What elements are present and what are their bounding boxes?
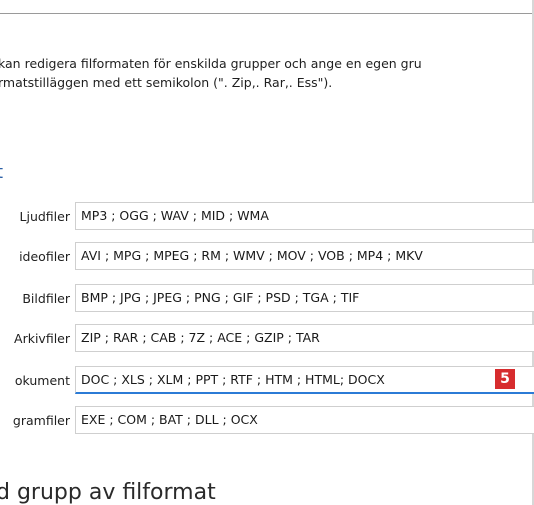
program-formats-input[interactable]: EXE ; COM ; BAT ; DLL ; OCX <box>75 406 534 434</box>
audio-formats-input[interactable]: MP3 ; OGG ; WAV ; MID ; WMA <box>75 202 534 230</box>
image-formats-input[interactable]: BMP ; JPG ; JPEG ; PNG ; GIF ; PSD ; TGA… <box>75 284 534 312</box>
archive-formats-input[interactable]: ZIP ; RAR ; CAB ; 7Z ; ACE ; GZIP ; TAR <box>75 324 534 352</box>
file-format-settings-panel: kan redigera filformaten för enskilda gr… <box>0 0 534 505</box>
row-program-files: gramfiler EXE ; COM ; BAT ; DLL ; OCX <box>0 406 534 436</box>
row-label-audio: Ljudfiler <box>19 209 70 224</box>
row-label-archive: Arkivfiler <box>14 331 70 346</box>
row-label-program: gramfiler <box>12 413 70 428</box>
step-number-badge: 5 <box>495 369 515 389</box>
row-label-document: okument <box>14 373 70 388</box>
description-text: kan redigera filformaten för enskilda gr… <box>0 54 534 92</box>
add-group-heading: d grupp av filformat <box>0 480 216 505</box>
document-formats-input[interactable]: DOC ; XLS ; XLM ; PPT ; RTF ; HTM ; HTML… <box>75 366 534 394</box>
description-line-2: rmatstilläggen med ett semikolon (". Zip… <box>0 75 333 90</box>
row-document-files: okument DOC ; XLS ; XLM ; PPT ; RTF ; HT… <box>0 366 534 396</box>
row-label-video: ideofiler <box>19 249 70 264</box>
row-archive-files: Arkivfiler ZIP ; RAR ; CAB ; 7Z ; ACE ; … <box>0 324 534 354</box>
row-image-files: Bildfiler BMP ; JPG ; JPEG ; PNG ; GIF ;… <box>0 284 534 314</box>
description-line-1: kan redigera filformaten för enskilda gr… <box>0 56 422 71</box>
row-label-image: Bildfiler <box>22 291 70 306</box>
video-formats-input[interactable]: AVI ; MPG ; MPEG ; RM ; WMV ; MOV ; VOB … <box>75 242 534 270</box>
row-video-files: ideofiler AVI ; MPG ; MPEG ; RM ; WMV ; … <box>0 242 534 272</box>
top-divider <box>0 13 534 14</box>
row-audio-files: Ljudfiler MP3 ; OGG ; WAV ; MID ; WMA <box>0 202 534 232</box>
section-heading: t <box>0 162 3 183</box>
